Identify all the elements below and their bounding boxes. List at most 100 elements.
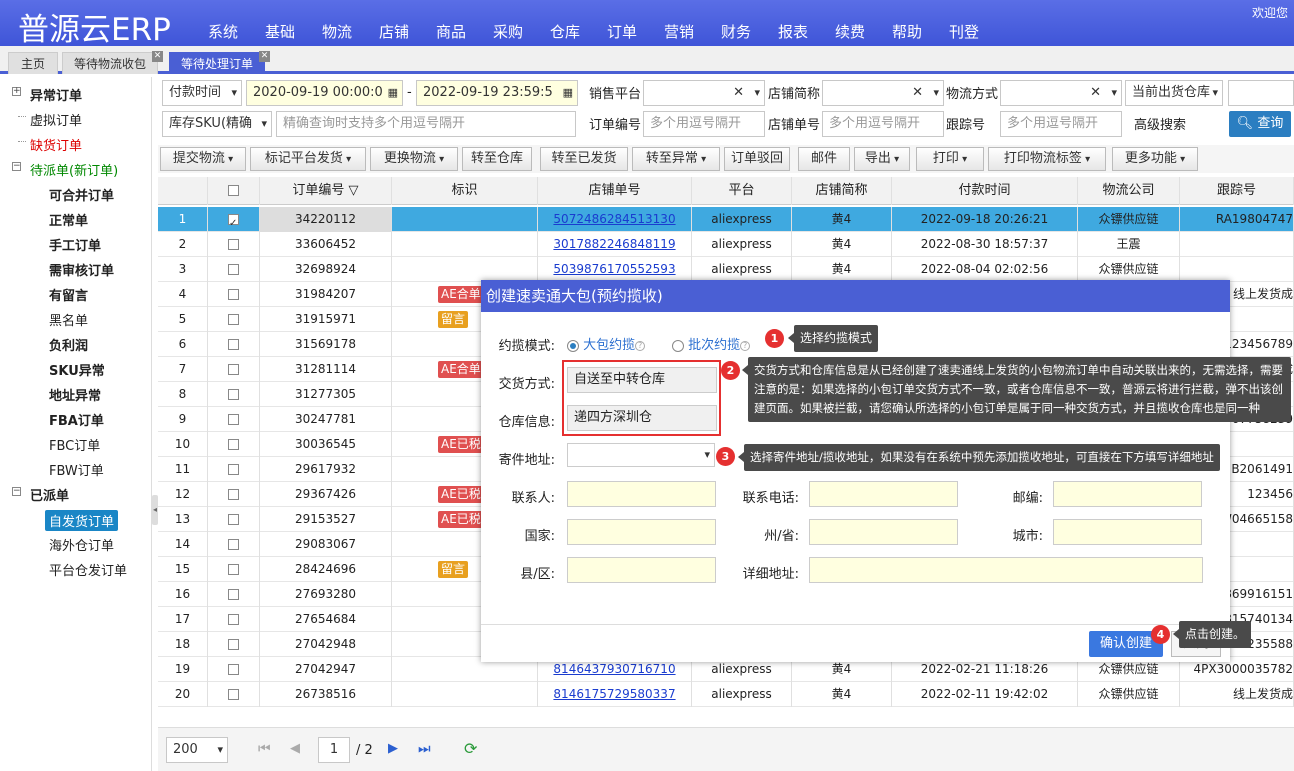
row-checkbox[interactable] [228,639,239,650]
sidebar-item[interactable]: 地址异常 [49,385,101,404]
row-checkbox[interactable] [228,264,239,275]
nav-item[interactable]: 采购 [493,21,550,42]
refresh-icon[interactable]: ⟳ [464,739,477,758]
nav-item[interactable]: 报表 [778,21,835,42]
nav-item[interactable]: 系统 [208,21,265,42]
logistics-select[interactable]: ✕ ▾ [1000,80,1122,106]
column-header[interactable]: 店铺单号 [538,177,692,205]
sender-address-select[interactable]: ▾ [567,443,715,467]
clear-icon[interactable]: ✕ [1090,81,1101,105]
nav-item[interactable]: 财务 [721,21,778,42]
row-checkbox[interactable] [228,364,239,375]
toolbar-button[interactable]: 订单驳回 [724,147,790,171]
row-checkbox[interactable] [228,489,239,500]
store-order-link[interactable]: 8146437930716710 [553,662,675,676]
sidebar-item[interactable]: 手工订单 [49,235,101,254]
store-short-select[interactable]: ✕ ▾ [822,80,944,106]
row-checkbox[interactable] [228,664,239,675]
country-input[interactable] [567,519,716,545]
sidebar-item[interactable]: 缺货订单 [30,135,82,154]
toolbar-button[interactable]: 打印 ▾ [916,147,984,171]
sales-platform-select[interactable]: ✕ ▾ [643,80,765,106]
clear-icon[interactable]: ✕ [912,81,923,105]
column-header[interactable]: 店铺简称 [792,177,892,205]
sidebar-item[interactable]: 正常单 [49,210,88,229]
column-header[interactable]: 付款时间 [892,177,1078,205]
row-checkbox[interactable] [228,564,239,575]
state-input[interactable] [809,519,958,545]
sidebar-item[interactable]: 黑名单 [49,310,88,329]
sidebar-item[interactable]: FBC订单 [49,435,100,454]
tree-toggle-icon[interactable]: − [12,487,21,496]
toolbar-button[interactable]: 转至已发货 [540,147,628,171]
close-icon[interactable]: ✕ [152,51,163,62]
row-checkbox[interactable] [228,339,239,350]
nav-item[interactable]: 续费 [835,21,892,42]
sidebar-item[interactable]: FBW订单 [49,460,104,479]
tab-pending-orders[interactable]: 等待处理订单 ✕ [169,51,270,74]
row-checkbox[interactable] [228,689,239,700]
store-order-input[interactable]: 多个用逗号隔开 [822,111,944,137]
row-checkbox[interactable] [228,514,239,525]
phone-input[interactable] [809,481,958,507]
last-page-icon[interactable]: ⏭ [418,741,431,757]
close-icon[interactable]: ✕ [259,51,270,62]
calendar-icon[interactable]: ▦ [388,81,398,105]
first-page-icon[interactable]: ⏮ [258,741,271,757]
sku-input[interactable]: 精确查询时支持多个用逗号隔开 [276,111,576,137]
warehouse-select[interactable]: 当前出货仓库 ▾ [1125,80,1223,106]
column-header[interactable]: 平台 [692,177,792,205]
nav-item[interactable]: 商品 [436,21,493,42]
select-all-checkbox[interactable] [228,185,239,196]
table-row[interactable]: 2 33606452 3017882246848119 aliexpress 黄4 202… [158,232,1294,257]
date-from-input[interactable]: 2020-09-19 00:00:0 ▦ [246,80,403,106]
sidebar-item[interactable]: 待派单(新订单) [30,160,118,179]
sidebar-item[interactable]: 有留言 [49,285,88,304]
tree-toggle-icon[interactable]: + [12,87,21,96]
toolbar-button[interactable]: 打印物流标签 ▾ [988,147,1106,171]
help-icon[interactable]: ? [635,340,646,351]
sidebar-item[interactable]: 异常订单 [30,85,82,104]
nav-item[interactable]: 营销 [664,21,721,42]
column-header[interactable]: 订单编号 ▽ [260,177,392,205]
extra-filter-input[interactable] [1228,80,1294,106]
tree-toggle-icon[interactable]: − [12,162,21,171]
row-checkbox[interactable] [228,439,239,450]
date-to-input[interactable]: 2022-09-19 23:59:5 ▦ [416,80,578,106]
row-checkbox[interactable] [228,239,239,250]
row-checkbox[interactable] [228,414,239,425]
search-button[interactable]: 🔍︎ 查询 [1229,111,1291,137]
contact-input[interactable] [567,481,716,507]
sidebar-item[interactable]: 海外仓订单 [49,535,114,554]
store-order-link[interactable]: 8146175729580337 [553,687,675,701]
help-icon[interactable]: ? [740,340,751,351]
store-order-link[interactable]: 5072486284513130 [553,212,675,226]
advanced-search-link[interactable]: 高级搜索 [1134,113,1186,139]
pay-time-select[interactable]: 付款时间 ▾ [162,80,242,106]
tab-awaiting-pickup[interactable]: 等待物流收包 ✕ [62,51,163,74]
page-number-input[interactable]: 1 [318,737,350,763]
calendar-icon[interactable]: ▦ [563,81,573,105]
nav-item[interactable]: 订单 [607,21,664,42]
sidebar-item[interactable]: 虚拟订单 [30,110,82,129]
zip-input[interactable] [1053,481,1202,507]
row-checkbox[interactable] [228,289,239,300]
sidebar-item[interactable]: 自发货订单 [45,510,119,531]
table-row[interactable]: 20 26738516 8146175729580337 aliexpress 黄4 20… [158,682,1294,707]
nav-item[interactable]: 基础 [265,21,322,42]
table-row[interactable]: 1 34220112 5072486284513130 aliexpress 黄4 202… [158,207,1294,232]
page-size-select[interactable]: 200 ▾ [166,737,228,763]
toolbar-button[interactable]: 更换物流 ▾ [370,147,458,171]
row-checkbox[interactable] [228,211,239,232]
city-input[interactable] [1053,519,1202,545]
nav-item[interactable]: 仓库 [550,21,607,42]
row-checkbox[interactable] [228,464,239,475]
mode-batch-option[interactable]: 批次约揽? [672,334,751,353]
column-header[interactable]: 跟踪号 [1180,177,1294,205]
sidebar-item[interactable]: 已派单 [30,485,69,504]
store-order-link[interactable]: 5039876170552593 [553,262,675,276]
sidebar-item[interactable]: 平台仓发订单 [49,560,127,579]
sidebar-item[interactable]: SKU异常 [49,360,105,379]
nav-item[interactable]: 帮助 [892,21,949,42]
nav-item[interactable]: 刊登 [949,21,1006,42]
